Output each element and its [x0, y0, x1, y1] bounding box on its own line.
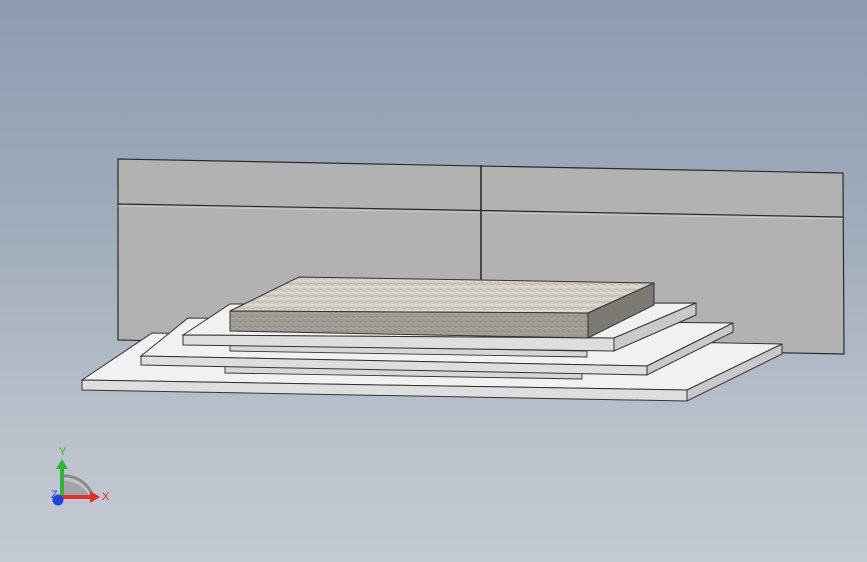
triad-y-label: Y — [59, 446, 67, 458]
y-axis-arrowhead — [56, 459, 68, 469]
graphics-viewport[interactable]: Y X Z — [0, 0, 867, 562]
triad-z-label: Z — [51, 489, 58, 501]
textured-top-block[interactable] — [229, 276, 655, 339]
model-3d-view[interactable]: Y X Z — [0, 0, 867, 562]
reference-triad: Y X Z — [51, 446, 110, 506]
x-axis-arrowhead — [90, 491, 100, 503]
triad-x-label: X — [102, 491, 110, 503]
